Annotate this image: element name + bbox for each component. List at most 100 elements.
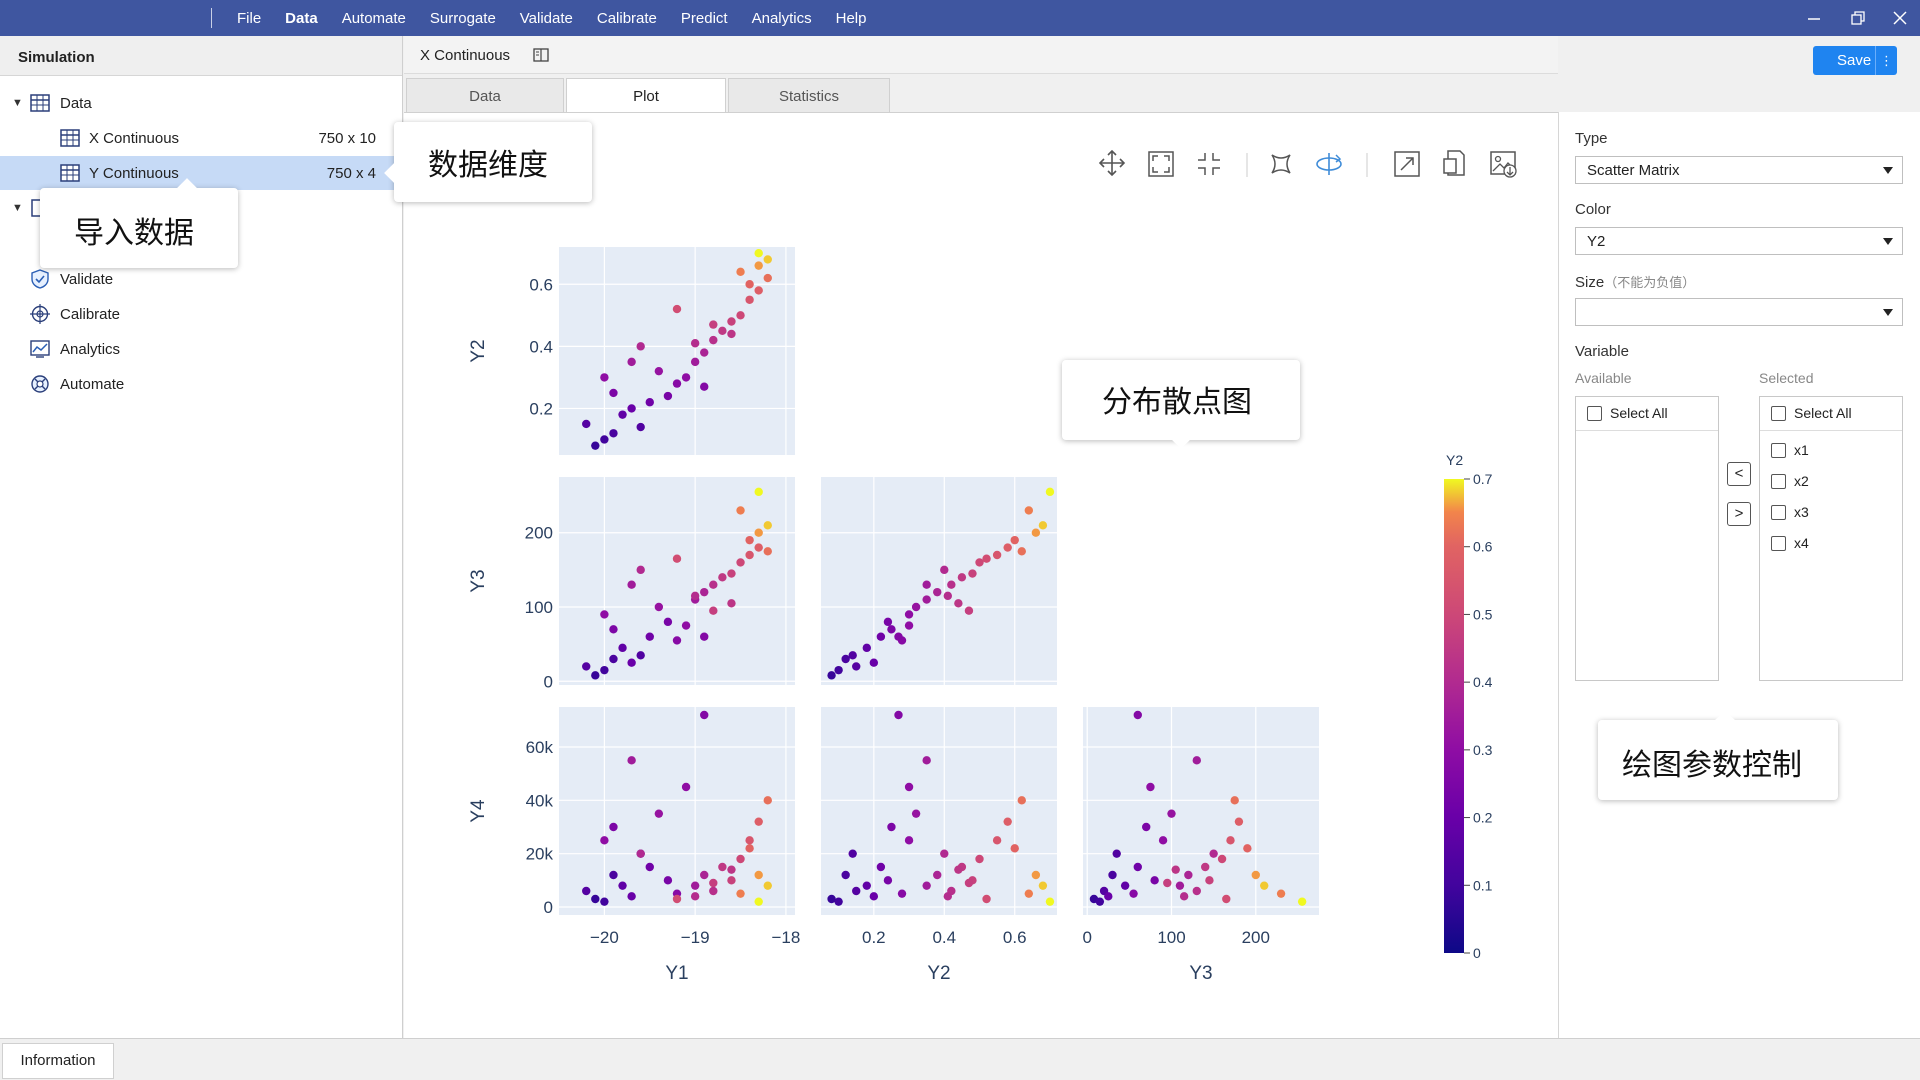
scatter-point [947, 580, 956, 589]
scatter-panel-Y3-Y4[interactable] [1083, 707, 1319, 915]
scatter-point [869, 892, 879, 901]
list-item[interactable]: x2 [1760, 468, 1902, 494]
size-note: （不能为负值） [1604, 275, 1696, 290]
size-select[interactable] [1575, 298, 1903, 326]
scatter-panel-Y1-Y2[interactable] [559, 247, 795, 455]
more-options-icon[interactable]: ⋮ [1875, 46, 1897, 75]
scatter-panel-Y2-Y3[interactable] [821, 477, 1057, 685]
scatter-point [1276, 889, 1286, 898]
colorbar-tick-label: 0.3 [1473, 742, 1493, 758]
scatter-point [709, 335, 718, 345]
save-button[interactable]: Save ⋮ [1813, 46, 1897, 75]
restore-icon[interactable] [1846, 6, 1870, 30]
scatter-point [672, 636, 682, 645]
menu-surrogate[interactable]: Surrogate [418, 10, 508, 27]
scatter-panel-Y1-Y3[interactable] [559, 477, 795, 685]
scatter-point [600, 665, 609, 675]
available-select-all-checkbox[interactable] [1587, 406, 1602, 421]
selected-select-all-checkbox[interactable] [1771, 406, 1786, 421]
document-header: X Continuous [404, 36, 1558, 74]
scatter-point [700, 348, 709, 357]
scatter-point [1133, 710, 1142, 720]
available-list[interactable]: Select All [1575, 396, 1719, 681]
list-item[interactable]: x3 [1760, 499, 1902, 525]
close-icon[interactable] [1888, 6, 1912, 30]
scatter-point [992, 550, 1002, 560]
scatter-point [627, 404, 636, 413]
list-item[interactable]: x1 [1760, 437, 1902, 463]
tab-statistics[interactable]: Statistics [728, 78, 890, 114]
scatter-point [754, 261, 763, 270]
variable-checkbox[interactable] [1771, 505, 1786, 520]
scatter-point [582, 886, 591, 896]
scatter-point [700, 587, 709, 597]
scatter-point [841, 870, 850, 880]
scatter-point [672, 554, 682, 563]
menu-file[interactable]: File [225, 10, 273, 27]
scatter-point [1017, 796, 1026, 805]
selected-select-all-label: Select All [1794, 405, 1852, 421]
variable-label-x1: x1 [1794, 442, 1809, 458]
scatter-point [763, 796, 772, 805]
menu-data[interactable]: Data [273, 10, 330, 27]
available-select-all-row[interactable]: Select All [1576, 397, 1718, 431]
menu-bar: File Data Automate Surrogate Validate Ca… [225, 0, 878, 36]
scatter-point [636, 651, 645, 660]
scatter-point [618, 410, 627, 419]
variable-checkbox[interactable] [1771, 443, 1786, 458]
menu-help[interactable]: Help [824, 10, 879, 27]
scatter-point [1163, 878, 1172, 888]
list-item[interactable]: x4 [1760, 530, 1902, 556]
selected-list[interactable]: Select All x1 x2 x3 x4 [1759, 396, 1903, 681]
expand-arrow-icon[interactable]: ▼ [12, 97, 23, 109]
book-icon[interactable] [532, 46, 550, 64]
tree-item-analytics[interactable]: Analytics [0, 332, 402, 366]
type-select[interactable]: Scatter Matrix [1575, 156, 1903, 184]
tree-item-calibrate[interactable]: Calibrate [0, 297, 402, 331]
tree-item-y-continuous[interactable]: Y Continuous 750 x 4 [0, 156, 402, 190]
expand-arrow-icon[interactable]: ▼ [12, 202, 23, 214]
scatter-point [763, 273, 772, 283]
scatter-point [904, 621, 914, 630]
menu-validate[interactable]: Validate [508, 10, 585, 27]
scatter-point [681, 782, 691, 792]
menu-predict[interactable]: Predict [669, 10, 740, 27]
scatter-point [1003, 817, 1012, 826]
scatter-point [1031, 528, 1041, 537]
scatter-point [964, 878, 974, 888]
selected-select-all-row[interactable]: Select All [1760, 397, 1902, 431]
menu-analytics[interactable]: Analytics [740, 10, 824, 27]
color-select[interactable]: Y2 [1575, 227, 1903, 255]
scatter-point [700, 870, 709, 880]
scatter-panel-Y2-Y4[interactable] [821, 707, 1057, 915]
scatter-point [887, 625, 896, 634]
tab-plot[interactable]: Plot [566, 78, 726, 114]
scatter-point [591, 894, 600, 904]
tree-item-data[interactable]: ▼ Data [0, 86, 402, 120]
menu-automate[interactable]: Automate [330, 10, 418, 27]
scatter-point [1045, 487, 1055, 497]
tab-information[interactable]: Information [2, 1043, 114, 1079]
tree-item-automate[interactable]: Automate [0, 367, 402, 401]
callout-import: 导入数据 [40, 178, 238, 268]
variable-checkbox[interactable] [1771, 536, 1786, 551]
tree-item-x-continuous[interactable]: X Continuous 750 x 10 [0, 121, 402, 155]
plot-area: 0.2 0.4 0.6 Y2 0 100 200 Y3 0 20k 40k 60k Y4 −20 −19 −1… [404, 112, 1558, 1038]
move-left-button[interactable]: < [1727, 462, 1751, 486]
scatter-point [718, 862, 727, 872]
scatter-panel-Y1-Y4[interactable] [559, 707, 795, 915]
move-right-button[interactable]: > [1727, 502, 1751, 526]
scatter-point [745, 844, 754, 853]
minimize-icon[interactable] [1802, 6, 1826, 30]
scatter-point [848, 849, 857, 858]
menu-calibrate[interactable]: Calibrate [585, 10, 669, 27]
variable-checkbox[interactable] [1771, 474, 1786, 489]
scatter-point [627, 658, 636, 667]
scatter-point [1205, 876, 1214, 885]
scatter-point [1217, 854, 1227, 864]
type-label: Type [1575, 130, 1608, 147]
scatter-point [700, 382, 709, 391]
x-tick-label: −19 [681, 928, 710, 947]
color-select-value: Y2 [1587, 233, 1606, 250]
tab-data[interactable]: Data [406, 78, 564, 114]
